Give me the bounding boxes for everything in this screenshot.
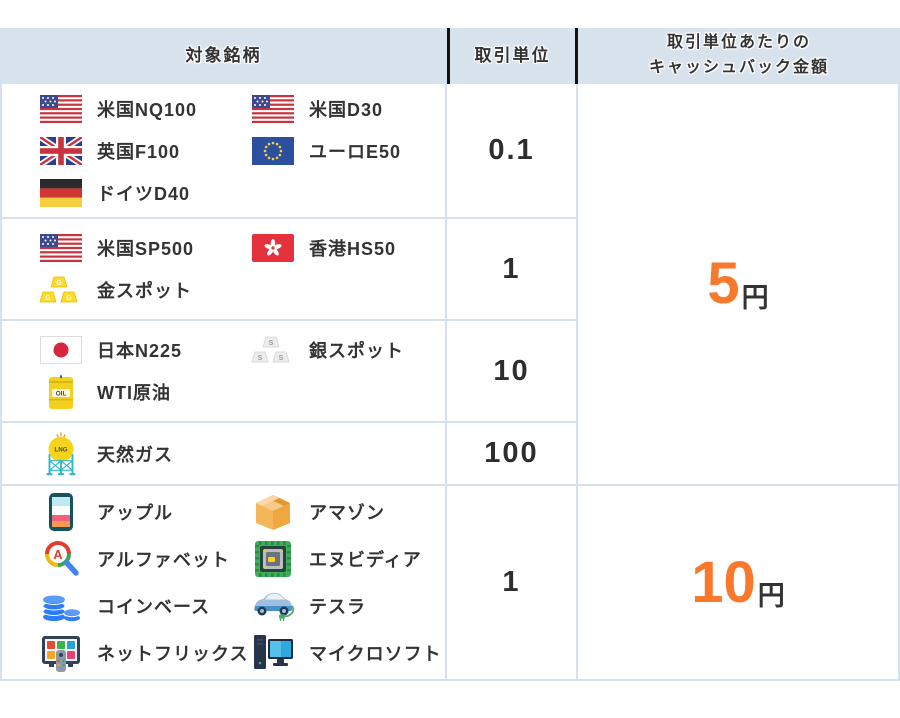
hongkong-flag-icon xyxy=(250,234,296,262)
uk-flag-icon xyxy=(38,137,84,165)
instrument-item: テスラ xyxy=(250,587,445,626)
instrument-item: マイクロソフト xyxy=(250,634,445,673)
instrument-label: ネットフリックス xyxy=(97,640,248,666)
header-instruments-label: 対象銘柄 xyxy=(186,43,262,69)
instrument-item: ネットフリックス xyxy=(38,634,250,673)
instrument-label: 銀スポット xyxy=(309,337,404,363)
unit-value: 100 xyxy=(484,437,538,470)
cashback-amount-10yen: 10 円 xyxy=(578,486,900,681)
instrument-item: ドイツD40 xyxy=(38,176,250,210)
instrument-label: 米国NQ100 xyxy=(97,96,197,122)
silver-bars-icon: S S S xyxy=(250,333,296,367)
cashback-value: 5 xyxy=(707,255,739,313)
smartphone-icon xyxy=(38,492,84,532)
cpu-chip-icon xyxy=(250,540,296,578)
instrument-label: 金スポット xyxy=(97,277,192,303)
us-flag-icon xyxy=(250,95,296,123)
coin-stack-icon xyxy=(38,588,84,624)
header-unit-label: 取引単位 xyxy=(475,43,551,69)
instrument-label: アップル xyxy=(97,499,173,525)
unit-cell-4: 100 xyxy=(447,423,578,486)
instrument-item: 英国F100 xyxy=(38,134,250,168)
instrument-label: 天然ガス xyxy=(97,441,173,467)
header-cashback-line1: 取引単位あたりの xyxy=(667,31,811,56)
us-flag-icon xyxy=(38,234,84,262)
instrument-label: アマゾン xyxy=(309,499,385,525)
instrument-item: 香港HS50 xyxy=(250,231,445,265)
svg-text:S: S xyxy=(258,355,263,362)
header-unit: 取引単位 xyxy=(447,28,578,84)
instrument-label: 米国SP500 xyxy=(97,235,194,261)
germany-flag-icon xyxy=(38,179,84,207)
unit-cell-2: 1 xyxy=(447,219,578,321)
instruments-row-indices-2: 米国SP500 香港HS50 G G G 金スポット xyxy=(0,219,447,321)
cashback-suffix: 円 xyxy=(742,276,769,315)
instrument-item: G G G 金スポット xyxy=(38,273,250,307)
cashback-table-page: 対象銘柄 取引単位 取引単位あたりの キャッシュバック金額 米国NQ100 米国… xyxy=(0,0,900,718)
instrument-item: ユーロE50 xyxy=(250,134,445,168)
svg-text:LNG: LNG xyxy=(54,446,67,453)
instrument-item: コインベース xyxy=(38,587,250,626)
instruments-row-indices-4: LNG 天然ガス xyxy=(0,423,447,486)
svg-text:S: S xyxy=(279,355,284,362)
instrument-label: 英国F100 xyxy=(97,138,180,164)
instrument-item: 米国D30 xyxy=(250,92,445,126)
oil-barrel-icon: OIL xyxy=(38,373,84,411)
instrument-label: 香港HS50 xyxy=(309,235,396,261)
instrument-label: 日本N225 xyxy=(97,337,182,363)
instrument-label: ユーロE50 xyxy=(309,138,401,164)
svg-text:G: G xyxy=(66,295,72,302)
unit-value: 1 xyxy=(502,253,520,286)
unit-value: 1 xyxy=(502,566,520,599)
instrument-item: エヌビディア xyxy=(250,540,445,579)
instruments-row-indices-1: 米国NQ100 米国D30 英国F100 ユーロE50 xyxy=(0,84,447,219)
tv-remote-icon xyxy=(38,633,84,673)
instruments-row-indices-3: 日本N225 S S S 銀スポット OIL WTI原油 xyxy=(0,321,447,423)
instrument-label: ドイツD40 xyxy=(97,180,190,206)
instrument-item: A アルファベット xyxy=(38,540,250,579)
instrument-label: 米国D30 xyxy=(309,96,383,122)
cardboard-box-icon xyxy=(250,493,296,531)
svg-text:S: S xyxy=(269,340,274,347)
unit-cell-1: 0.1 xyxy=(447,84,578,219)
instrument-item: アップル xyxy=(38,493,250,532)
magnifier-a-icon: A xyxy=(38,539,84,579)
instrument-item: S S S 銀スポット xyxy=(250,333,445,367)
unit-cell-stocks: 1 xyxy=(447,486,578,681)
instrument-item: 米国NQ100 xyxy=(38,92,250,126)
us-flag-icon xyxy=(38,95,84,123)
lng-tank-icon: LNG xyxy=(38,431,84,477)
instrument-label: コインベース xyxy=(97,593,210,619)
cashback-amount-5yen: 5 円 xyxy=(578,84,900,486)
instrument-item: LNG 天然ガス xyxy=(38,437,250,471)
electric-car-icon xyxy=(250,590,296,622)
svg-text:A: A xyxy=(53,547,63,562)
instrument-item: OIL WTI原油 xyxy=(38,375,250,409)
japan-flag-icon xyxy=(38,336,84,364)
gold-bars-icon: G G G xyxy=(38,273,84,307)
instrument-label: WTI原油 xyxy=(97,379,171,405)
unit-value: 10 xyxy=(493,355,529,388)
instrument-item: アマゾン xyxy=(250,493,445,532)
instrument-label: マイクロソフト xyxy=(309,640,442,666)
header-cashback: 取引単位あたりの キャッシュバック金額 xyxy=(578,28,900,84)
instrument-label: テスラ xyxy=(309,593,366,619)
unit-cell-3: 10 xyxy=(447,321,578,423)
header-instruments: 対象銘柄 xyxy=(0,28,447,84)
svg-text:G: G xyxy=(45,295,51,302)
instrument-label: エヌビディア xyxy=(309,546,422,572)
instrument-item: 日本N225 xyxy=(38,333,250,367)
svg-text:OIL: OIL xyxy=(56,391,67,398)
instruments-row-stocks: アップル アマゾン A アルファベット エヌビディア xyxy=(0,486,447,681)
cashback-table: 対象銘柄 取引単位 取引単位あたりの キャッシュバック金額 米国NQ100 米国… xyxy=(0,28,900,681)
svg-text:G: G xyxy=(56,280,62,287)
unit-value: 0.1 xyxy=(488,134,534,167)
cashback-value: 10 xyxy=(691,554,756,612)
eu-flag-icon xyxy=(250,137,296,165)
desktop-pc-icon xyxy=(250,633,296,673)
instrument-item: 米国SP500 xyxy=(38,231,250,265)
instrument-label: アルファベット xyxy=(97,546,230,572)
header-cashback-line2: キャッシュバック金額 xyxy=(649,56,829,81)
cashback-suffix: 円 xyxy=(758,574,785,613)
